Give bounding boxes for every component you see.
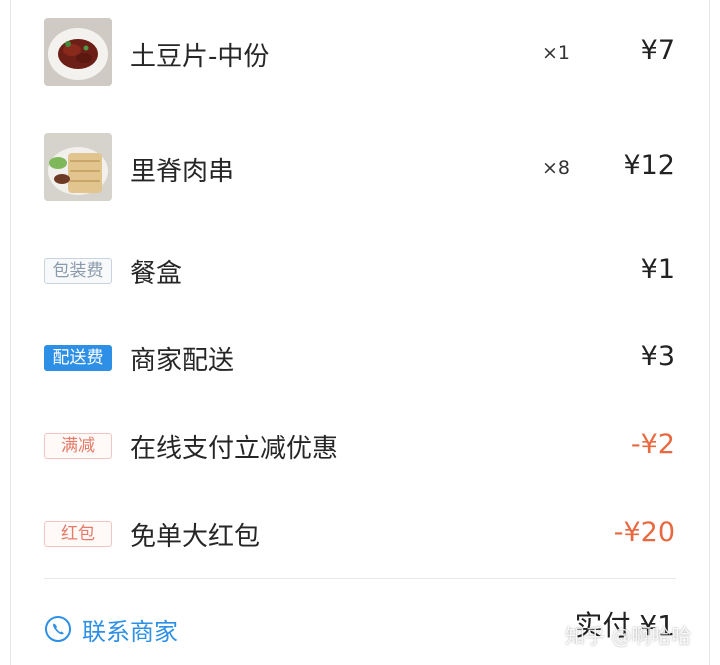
pork-skewer-dish-photo (44, 133, 112, 201)
discount-amount: -¥2 (630, 429, 675, 460)
phone-icon (45, 616, 71, 642)
item-name: 里脊肉串 (130, 157, 235, 187)
contact-merchant-button[interactable]: 联系商家 (44, 612, 178, 646)
fee-price: ¥1 (640, 254, 675, 285)
contact-merchant-label: 联系商家 (82, 617, 178, 646)
watermark: 知乎 @啊哈哈 (565, 624, 692, 648)
discount-name: 免单大红包 (130, 522, 261, 552)
order-item-row: 土豆片-中份 ×1 ¥7 (0, 12, 720, 92)
potato-slice-dish-photo (44, 18, 112, 86)
packaging-fee-tag: 包装费 (44, 258, 112, 284)
item-price: ¥7 (640, 35, 675, 66)
discount-row-online-payment: 满减 在线支付立减优惠 -¥2 (0, 416, 720, 496)
fee-name: 餐盒 (130, 259, 183, 289)
item-name: 土豆片-中份 (130, 42, 270, 72)
delivery-fee-tag: 配送费 (44, 345, 112, 371)
discount-amount: -¥20 (613, 517, 675, 548)
divider (44, 578, 676, 579)
discount-name: 在线支付立减优惠 (130, 434, 339, 464)
item-quantity: ×1 (542, 42, 571, 64)
fee-name: 商家配送 (130, 346, 235, 376)
fee-price: ¥3 (640, 341, 675, 372)
fee-row-delivery: 配送费 商家配送 ¥3 (0, 328, 720, 408)
red-packet-tag: 红包 (44, 521, 112, 547)
discount-row-red-packet: 红包 免单大红包 -¥20 (0, 504, 720, 584)
full-reduction-tag: 满减 (44, 433, 112, 459)
item-quantity: ×8 (542, 157, 571, 179)
order-item-row: 里脊肉串 ×8 ¥12 (0, 127, 720, 207)
fee-row-packaging: 包装费 餐盒 ¥1 (0, 240, 720, 320)
item-price: ¥12 (623, 150, 675, 181)
